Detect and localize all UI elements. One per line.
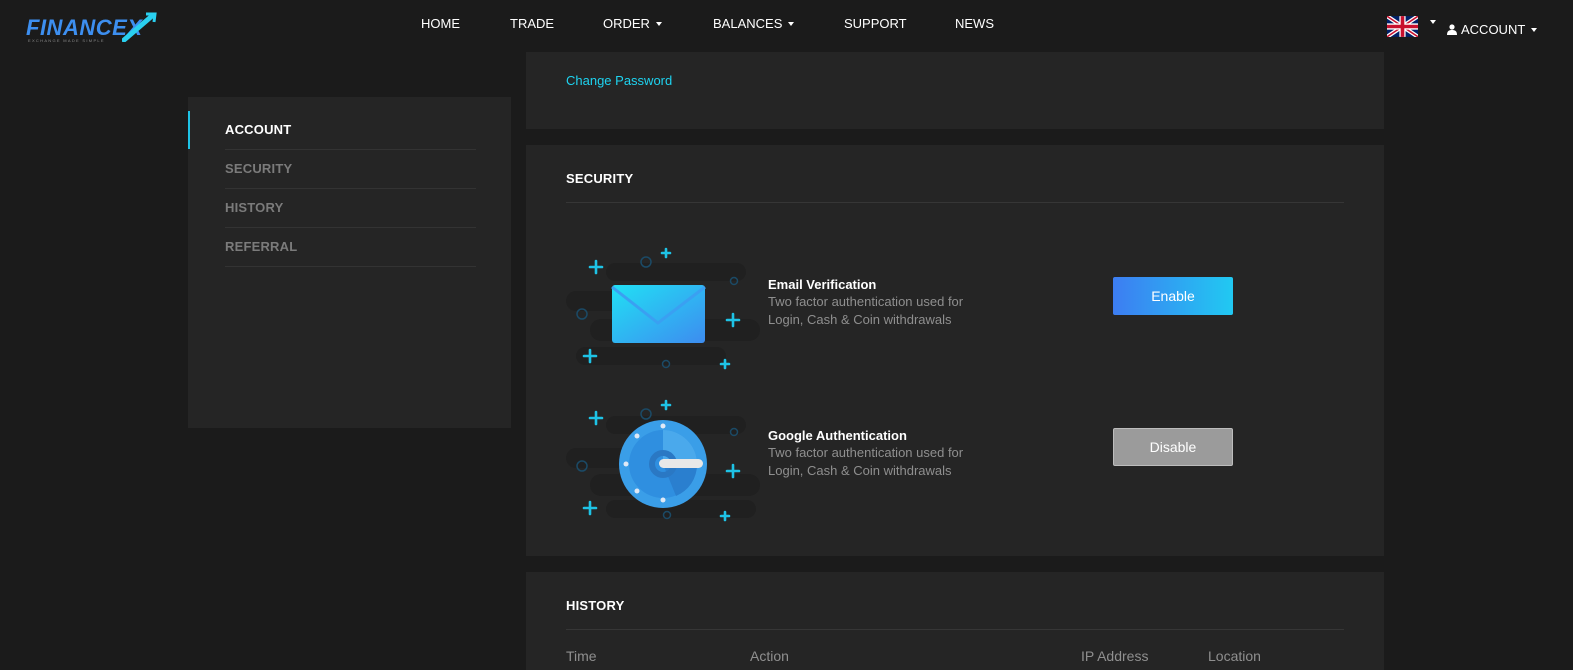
sidebar-item-history[interactable]: HISTORY (225, 189, 476, 228)
account-panel: Change Password (526, 52, 1384, 129)
email-verification-title: Email Verification (768, 277, 877, 292)
financex-logo[interactable]: FINANCEX EXCHANGE MADE SIMPLE (26, 12, 158, 44)
active-item-indicator (188, 111, 190, 149)
nav-home[interactable]: HOME (421, 16, 460, 31)
logo-swoosh-icon (122, 12, 157, 42)
column-header-ip-address: IP Address (1081, 648, 1149, 664)
chevron-down-icon (655, 21, 662, 26)
user-icon (1447, 24, 1457, 35)
nav-news[interactable]: NEWS (955, 16, 994, 31)
security-title: SECURITY (566, 171, 634, 186)
email-verification-description: Two factor authentication used for Login… (768, 294, 964, 327)
google-authentication-title: Google Authentication (768, 428, 907, 443)
nav-balances[interactable]: BALANCES (713, 16, 795, 31)
account-sidebar: ACCOUNT SECURITY HISTORY REFERRAL (188, 97, 511, 428)
column-header-action: Action (750, 648, 789, 664)
sidebar-item-referral[interactable]: REFERRAL (225, 228, 476, 267)
chevron-down-icon (788, 21, 795, 26)
nav-support[interactable]: SUPPORT (844, 16, 907, 31)
top-navbar: FINANCEX EXCHANGE MADE SIMPLE HOME TRADE… (0, 0, 1573, 52)
nav-order-label: ORDER (603, 16, 650, 31)
google-authentication-description: Two factor authentication used for Login… (768, 445, 964, 478)
divider (566, 202, 1344, 203)
nav-order[interactable]: ORDER (603, 16, 662, 31)
chevron-down-icon (1531, 27, 1538, 32)
email-icon (566, 247, 760, 370)
column-header-location: Location (1208, 648, 1261, 664)
nav-balances-label: BALANCES (713, 16, 783, 31)
account-menu[interactable]: ACCOUNT (1447, 22, 1538, 37)
security-panel: SECURITY Email Verification Two factor a… (526, 145, 1384, 556)
disable-google-authentication-button[interactable]: Disable (1113, 428, 1233, 466)
change-password-link[interactable]: Change Password (566, 73, 672, 88)
account-menu-label: ACCOUNT (1461, 22, 1526, 37)
column-header-time: Time (566, 648, 597, 664)
nav-trade[interactable]: TRADE (510, 16, 554, 31)
divider (566, 629, 1344, 630)
history-title: HISTORY (566, 598, 625, 613)
language-chevron-down-icon[interactable] (1430, 20, 1436, 24)
enable-email-verification-button[interactable]: Enable (1113, 277, 1233, 315)
uk-flag-icon[interactable] (1387, 16, 1418, 37)
history-panel: HISTORY Time Action IP Address Location (526, 572, 1384, 670)
google-authenticator-icon (566, 399, 760, 522)
logo-tagline: EXCHANGE MADE SIMPLE (28, 38, 105, 43)
sidebar-item-account[interactable]: ACCOUNT (225, 111, 476, 150)
sidebar-item-security[interactable]: SECURITY (225, 150, 476, 189)
